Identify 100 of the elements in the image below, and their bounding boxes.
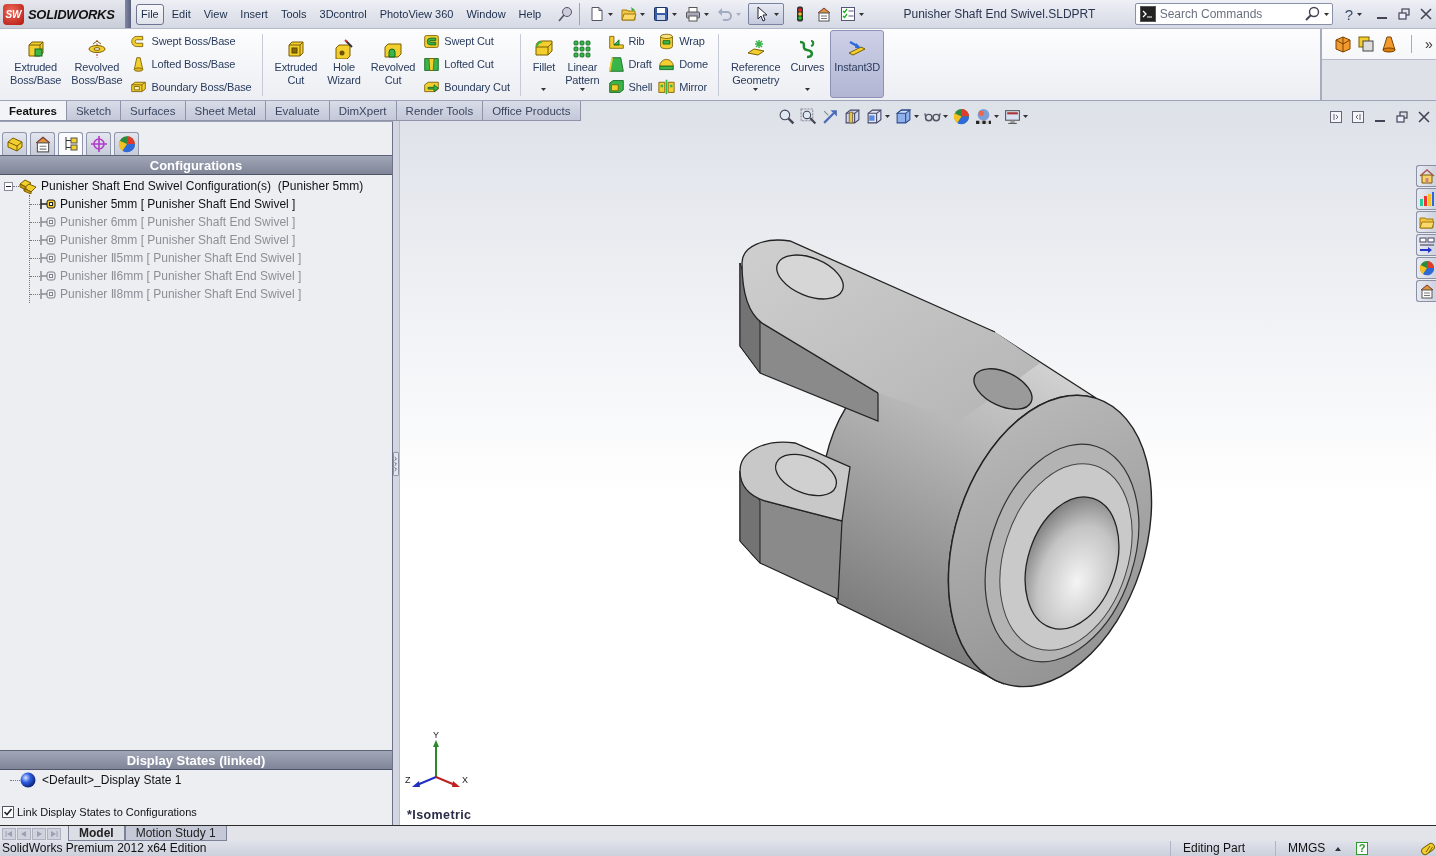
- caret-icon[interactable]: [859, 12, 865, 16]
- tree-item[interactable]: Punisher Shaft End Swivel Configuration(s) (Punisher 5mm): [41, 179, 364, 193]
- split-window-icon[interactable]: [1330, 111, 1342, 123]
- tab[interactable]: Surfaces: [121, 101, 186, 121]
- restore-icon[interactable]: [1398, 8, 1410, 20]
- select-button[interactable]: [748, 3, 785, 25]
- caret-icon[interactable]: [885, 115, 890, 118]
- sphere-checker-icon[interactable]: [975, 108, 992, 125]
- ribbon-button[interactable]: Reference Geometry: [727, 30, 785, 98]
- caret-up-icon[interactable]: [1335, 846, 1341, 851]
- tree-item[interactable]: <Default>_Display State 1: [42, 773, 182, 787]
- magnifier-icon[interactable]: [800, 108, 817, 125]
- task-pane-tab[interactable]: [1416, 165, 1436, 187]
- caret-icon[interactable]: [704, 12, 710, 16]
- search-icon[interactable]: [1303, 6, 1320, 22]
- folded-block-icon[interactable]: [1334, 35, 1352, 53]
- ribbon-button[interactable]: Wrap: [656, 30, 710, 53]
- checklist-icon[interactable]: [840, 6, 857, 22]
- panel-tab[interactable]: [30, 132, 55, 155]
- help-button[interactable]: ?: [1344, 5, 1353, 23]
- tab[interactable]: Office Products: [483, 101, 581, 121]
- ribbon-button[interactable]: Draft: [605, 52, 655, 76]
- ribbon-button[interactable]: Swept Boss/Base: [128, 30, 254, 53]
- panel-tab[interactable]: [114, 132, 139, 155]
- ribbon-button[interactable]: Dome: [656, 52, 710, 76]
- menu-item[interactable]: Help: [513, 3, 547, 25]
- menu-item[interactable]: Edit: [166, 3, 196, 25]
- menu-item[interactable]: Tools: [275, 3, 312, 25]
- tab[interactable]: Sheet Metal: [185, 101, 266, 121]
- ribbon-button[interactable]: Lofted Boss/Base: [128, 52, 254, 76]
- cube-icon[interactable]: [895, 108, 912, 125]
- cube-icon[interactable]: [866, 108, 883, 125]
- ribbon-button[interactable]: Extruded Cut: [270, 30, 322, 98]
- capsule-icon[interactable]: [1420, 841, 1436, 856]
- caret-icon[interactable]: [1323, 12, 1329, 16]
- caret-icon[interactable]: [579, 88, 585, 91]
- caret-icon[interactable]: [672, 12, 678, 16]
- task-pane-tab[interactable]: [1416, 234, 1436, 256]
- menu-item[interactable]: Insert: [235, 3, 273, 25]
- menu-item[interactable]: File: [136, 3, 164, 25]
- checkbox-label[interactable]: Link Display States to Configurations: [17, 806, 197, 818]
- document-icon[interactable]: [816, 6, 833, 22]
- caret-icon[interactable]: [640, 12, 646, 16]
- section-cube-icon[interactable]: [844, 108, 861, 125]
- pushpin-icon[interactable]: [557, 6, 574, 22]
- printer-icon[interactable]: [685, 6, 702, 22]
- caret-icon[interactable]: [608, 12, 614, 16]
- splitter-handle[interactable]: [393, 450, 399, 478]
- ribbon-button[interactable]: Extruded Boss/Base: [6, 30, 66, 98]
- task-pane-tab[interactable]: [1416, 257, 1436, 279]
- tab[interactable]: Sketch: [66, 101, 122, 121]
- ribbon-button[interactable]: Boundary Boss/Base: [128, 75, 254, 98]
- panel-tab[interactable]: [86, 132, 111, 155]
- menu-item[interactable]: View: [198, 3, 233, 25]
- ribbon-button[interactable]: Swept Cut: [421, 30, 512, 53]
- tab[interactable]: Render Tools: [396, 101, 484, 121]
- ribbon-button[interactable]: Revolved Boss/Base: [67, 30, 127, 98]
- tab[interactable]: Model: [68, 826, 125, 841]
- tree-item[interactable]: Punisher 5mm [ Punisher Shaft End Swivel ]: [60, 197, 296, 211]
- split-window-icon[interactable]: [1352, 111, 1364, 123]
- caret-icon[interactable]: [1023, 115, 1028, 118]
- caret-icon[interactable]: [994, 115, 999, 118]
- caret-icon[interactable]: [943, 115, 948, 118]
- restore-icon[interactable]: [1396, 111, 1408, 123]
- ribbon-button[interactable]: Curves: [786, 30, 829, 98]
- ribbon-button[interactable]: Revolved Cut: [366, 30, 420, 98]
- ribbon-button[interactable]: Lofted Cut: [421, 52, 512, 76]
- search-field[interactable]: Search Commands: [1159, 7, 1300, 21]
- help-button[interactable]: ?: [1356, 842, 1368, 855]
- tab[interactable]: Evaluate: [265, 101, 330, 121]
- monitor-icon[interactable]: [1004, 108, 1021, 125]
- task-pane-tab[interactable]: [1416, 188, 1436, 210]
- panel-tab[interactable]: [58, 132, 83, 155]
- tab[interactable]: Features: [0, 101, 67, 121]
- more-button[interactable]: »: [1417, 36, 1433, 52]
- ribbon-button[interactable]: Fillet: [528, 30, 560, 98]
- collapse-icon[interactable]: [4, 181, 13, 191]
- checkbox[interactable]: [2, 806, 14, 818]
- task-pane-tab[interactable]: [1416, 280, 1436, 302]
- ribbon-button[interactable]: Linear Pattern: [561, 30, 604, 98]
- skip-start-icon[interactable]: [2, 827, 16, 840]
- units-selector[interactable]: MMGS: [1275, 841, 1325, 856]
- tab[interactable]: DimXpert: [329, 101, 397, 121]
- close-icon[interactable]: [1418, 111, 1430, 123]
- caret-icon[interactable]: [541, 88, 547, 91]
- ribbon-button[interactable]: Rib: [605, 30, 655, 53]
- panel-tab[interactable]: [2, 132, 27, 155]
- ribbon-button[interactable]: Shell: [605, 75, 655, 98]
- diagonal-arrow-icon[interactable]: [822, 108, 839, 125]
- ribbon-button[interactable]: Boundary Cut: [421, 75, 512, 98]
- color-ball-icon[interactable]: [953, 108, 970, 125]
- caret-icon[interactable]: [753, 88, 759, 91]
- close-icon[interactable]: [1420, 8, 1432, 20]
- ribbon-button[interactable]: Instant3D: [830, 30, 885, 98]
- search-box[interactable]: Search Commands: [1134, 3, 1333, 25]
- magnifier-icon[interactable]: [778, 108, 795, 125]
- caret-icon[interactable]: [914, 115, 919, 118]
- menu-item[interactable]: 3Dcontrol: [314, 3, 372, 25]
- menu-item[interactable]: Window: [461, 3, 511, 25]
- ribbon-button[interactable]: Hole Wizard: [323, 30, 365, 98]
